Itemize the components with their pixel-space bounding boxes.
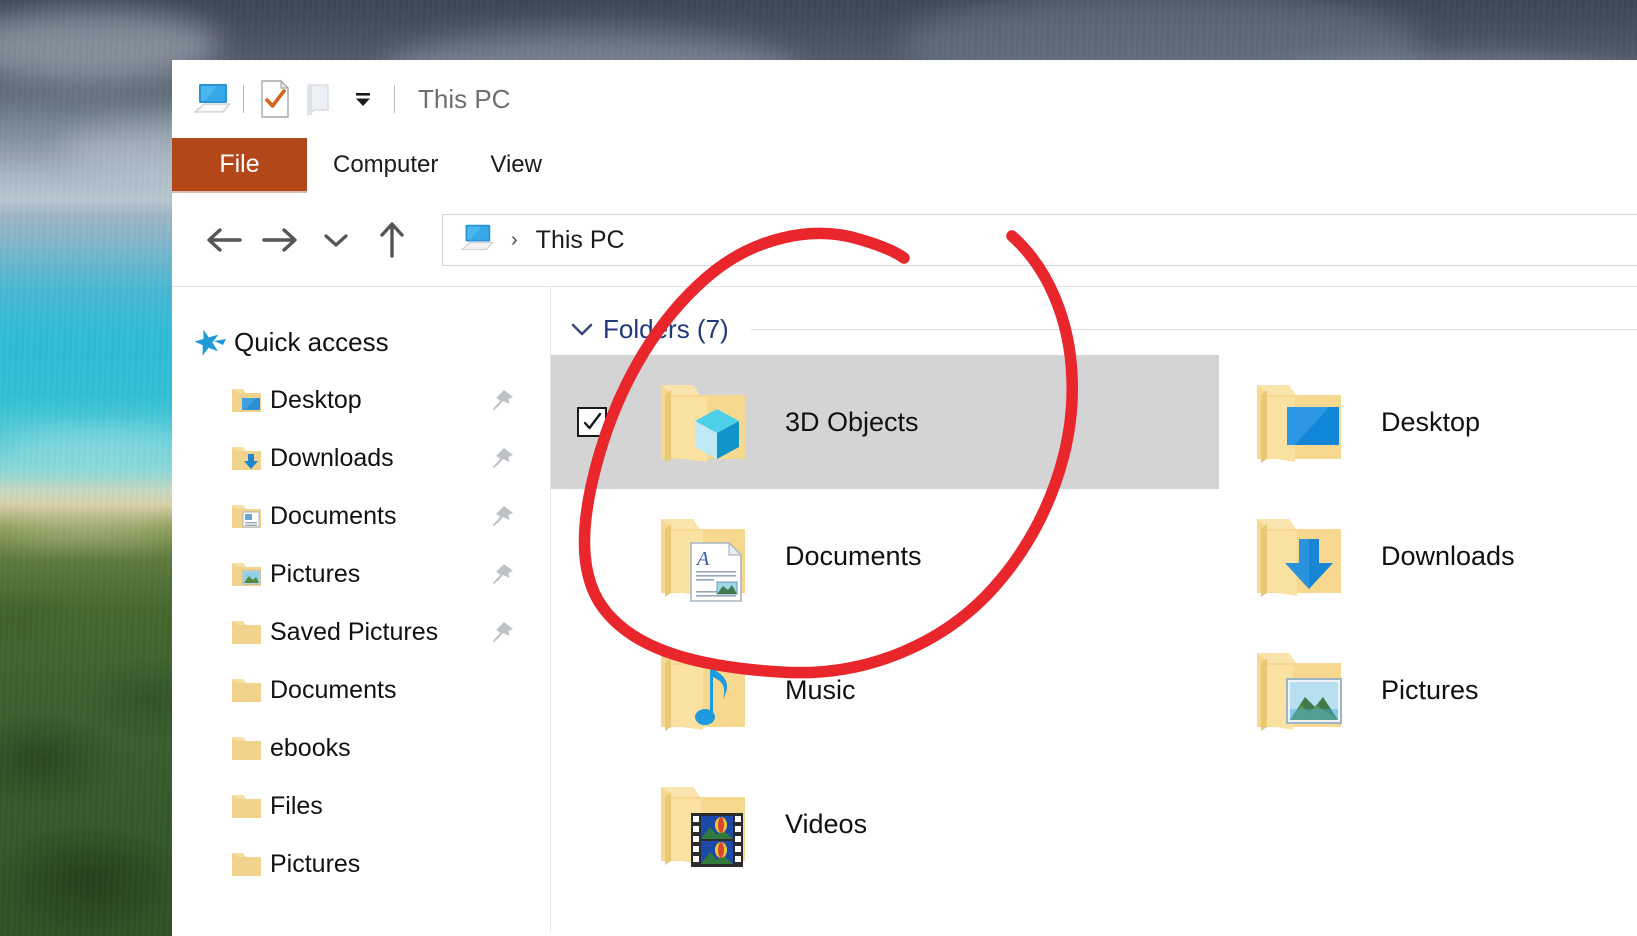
navigation-bar: › This PC	[172, 196, 1637, 284]
item-checkbox[interactable]	[577, 407, 607, 437]
pin-icon[interactable]	[490, 387, 516, 413]
sidebar-item-label: Documents	[270, 675, 397, 704]
folder-icon	[230, 791, 264, 821]
sidebar-item-label: Desktop	[270, 385, 362, 414]
folder-documents-icon	[230, 501, 264, 531]
folder-videos-icon	[647, 769, 757, 879]
title-divider	[394, 85, 395, 113]
title-bar: This PC	[172, 60, 1637, 138]
tab-view[interactable]: View	[464, 138, 568, 191]
tab-computer[interactable]: Computer	[307, 138, 464, 191]
sidebar-item-pictures-2[interactable]: Pictures	[172, 835, 550, 893]
new-folder-icon[interactable]	[297, 79, 341, 119]
list-item-label: Music	[785, 674, 856, 705]
list-item[interactable]: Pictures	[1219, 623, 1619, 757]
list-item-label: Videos	[785, 808, 868, 839]
chevron-down-icon[interactable]	[565, 319, 599, 339]
folder-music-icon	[647, 635, 757, 745]
folder-downloads-icon	[230, 443, 264, 473]
group-header-folders[interactable]: Folders (7)	[551, 303, 1637, 355]
sidebar-item-ebooks[interactable]: ebooks	[172, 719, 550, 777]
recent-locations-button[interactable]	[308, 212, 364, 268]
folder-pictures-icon	[230, 559, 264, 589]
list-item-label: Downloads	[1381, 540, 1515, 571]
list-item-label: Pictures	[1381, 674, 1479, 705]
items-column-left: 3D Objects A Documents Music Videos	[551, 355, 1219, 891]
navigation-pane: Quick access Desktop Downloads Documents…	[172, 287, 550, 932]
folder-desktop-icon	[1243, 367, 1353, 477]
sidebar-item-desktop[interactable]: Desktop	[172, 371, 550, 429]
folder-icon	[230, 617, 264, 647]
sidebar-item-pictures[interactable]: Pictures	[172, 545, 550, 603]
toolbar-divider	[243, 85, 244, 113]
pin-icon[interactable]	[490, 503, 516, 529]
sidebar-item-label: ebooks	[270, 733, 351, 762]
list-item[interactable]: Downloads	[1219, 489, 1619, 623]
address-bar[interactable]: › This PC	[442, 214, 1637, 266]
folder-icon	[230, 733, 264, 763]
breadcrumb-this-pc-icon[interactable]	[459, 223, 495, 258]
sidebar-item-downloads[interactable]: Downloads	[172, 429, 550, 487]
pin-icon[interactable]	[490, 619, 516, 645]
properties-icon[interactable]	[253, 79, 297, 119]
list-item[interactable]: Music	[551, 623, 1219, 757]
folder-desktop-icon	[230, 385, 264, 415]
group-rule	[750, 328, 1637, 330]
sidebar-item-quick-access[interactable]: Quick access	[172, 313, 550, 371]
breadcrumb-separator[interactable]: ›	[511, 229, 518, 252]
folder-3d-objects-icon	[647, 367, 757, 477]
pin-icon[interactable]	[490, 445, 516, 471]
up-button[interactable]	[364, 212, 420, 268]
window-title: This PC	[418, 83, 511, 114]
explorer-body: Quick access Desktop Downloads Documents…	[172, 287, 1637, 932]
folder-pictures-icon	[1243, 635, 1353, 745]
list-item-label: Desktop	[1381, 406, 1481, 437]
sidebar-root-label: Quick access	[234, 326, 389, 357]
sidebar-item-label: Pictures	[270, 849, 361, 878]
folder-icon	[230, 675, 264, 705]
sidebar-item-label: Documents	[270, 501, 397, 530]
sidebar-item-documents-2[interactable]: Documents	[172, 661, 550, 719]
sidebar-item-documents[interactable]: Documents	[172, 487, 550, 545]
ribbon-tabbar: File Computer View	[172, 138, 1637, 191]
list-item-label: 3D Objects	[785, 406, 919, 437]
list-item[interactable]: 3D Objects	[551, 355, 1219, 489]
folder-icon	[230, 849, 264, 879]
sidebar-item-label: Files	[270, 791, 323, 820]
sidebar-item-label: Downloads	[270, 443, 394, 472]
star-pin-icon	[194, 327, 228, 357]
items-view: Folders (7) 3D Objects A Documents Music…	[551, 287, 1637, 932]
sidebar-item-saved-pictures[interactable]: Saved Pictures	[172, 603, 550, 661]
this-pc-icon[interactable]	[190, 79, 234, 119]
list-item-label: Documents	[785, 540, 922, 571]
breadcrumb-path[interactable]: This PC	[536, 226, 625, 255]
list-item[interactable]: Desktop	[1219, 355, 1619, 489]
list-item[interactable]: Videos	[551, 757, 1219, 891]
sidebar-item-files[interactable]: Files	[172, 777, 550, 835]
folder-documents-icon: A	[647, 501, 757, 611]
items-column-right: Desktop Downloads Pictures	[1219, 355, 1619, 891]
file-explorer-window: This PC File Computer View › This PC Qui…	[172, 60, 1637, 936]
tab-file[interactable]: File	[172, 138, 307, 191]
back-button[interactable]	[196, 212, 252, 268]
list-item[interactable]: A Documents	[551, 489, 1219, 623]
pin-icon[interactable]	[490, 561, 516, 587]
folder-downloads-icon	[1243, 501, 1353, 611]
sidebar-item-label: Saved Pictures	[270, 617, 439, 646]
svg-text:A: A	[695, 548, 710, 570]
sidebar-item-label: Pictures	[270, 559, 361, 588]
customize-dropdown-icon[interactable]	[341, 79, 385, 119]
group-title: Folders (7)	[603, 313, 729, 344]
items-columns: 3D Objects A Documents Music Videos Desk…	[551, 355, 1637, 891]
forward-button[interactable]	[252, 212, 308, 268]
